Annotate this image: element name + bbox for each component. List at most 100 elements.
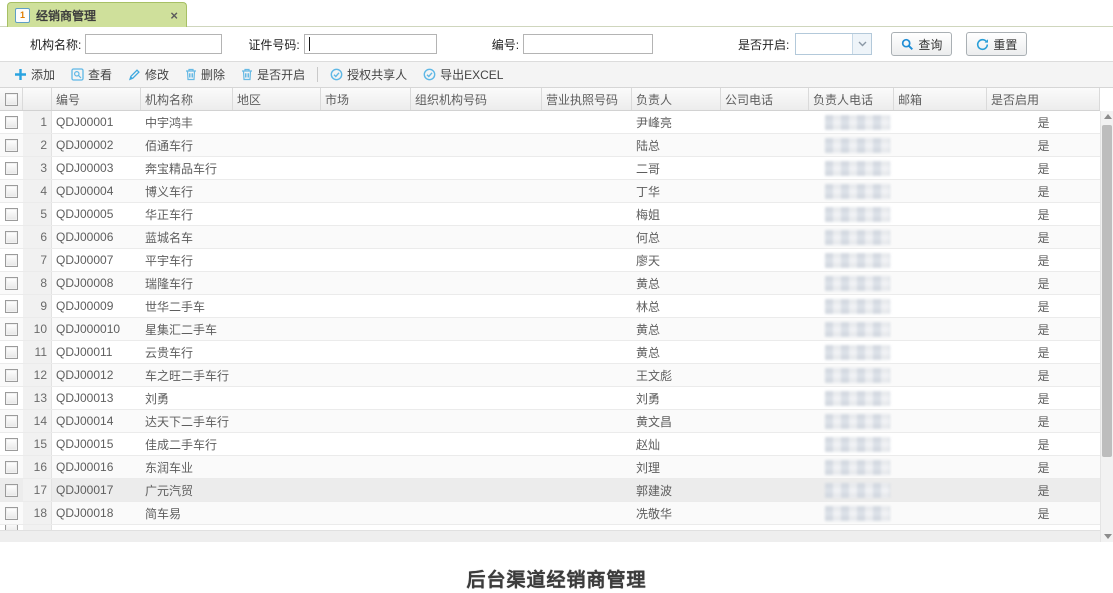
table-row[interactable]: 18QDJ00018简车易冼敬华是: [0, 502, 1100, 525]
code-input[interactable]: [523, 34, 653, 54]
reset-button[interactable]: 重置: [966, 32, 1027, 56]
cell-company_phone: [721, 272, 809, 294]
row-checkbox-cell[interactable]: [0, 272, 23, 294]
row-checkbox-cell[interactable]: [0, 180, 23, 202]
row-checkbox[interactable]: [5, 185, 18, 198]
row-checkbox-cell[interactable]: [0, 364, 23, 386]
row-checkbox-cell[interactable]: [0, 433, 23, 455]
table-row[interactable]: 6QDJ00006蓝城名车何总是: [0, 226, 1100, 249]
row-checkbox[interactable]: [5, 162, 18, 175]
row-checkbox[interactable]: [5, 415, 18, 428]
row-checkbox[interactable]: [5, 369, 18, 382]
row-checkbox[interactable]: [5, 346, 18, 359]
header-manager[interactable]: 负责人: [632, 88, 721, 110]
add-button[interactable]: 添加: [6, 66, 63, 83]
row-checkbox-cell[interactable]: [0, 318, 23, 340]
row-checkbox[interactable]: [5, 116, 18, 129]
horizontal-scrollbar[interactable]: [0, 530, 1100, 542]
header-org-code[interactable]: 组织机构号码: [411, 88, 542, 110]
export-excel-button[interactable]: 导出EXCEL: [415, 66, 511, 83]
table-row[interactable]: 9QDJ00009世华二手车林总是: [0, 295, 1100, 318]
row-checkbox-cell[interactable]: [0, 226, 23, 248]
row-checkbox[interactable]: [5, 484, 18, 497]
row-checkbox-cell[interactable]: [0, 157, 23, 179]
row-checkbox-cell[interactable]: [0, 295, 23, 317]
redacted-phone-value: [825, 368, 890, 383]
table-row[interactable]: 15QDJ00015佳成二手车行赵灿是: [0, 433, 1100, 456]
scroll-up-arrow-icon[interactable]: [1104, 114, 1112, 119]
table-row[interactable]: 10QDJ000010星集汇二手车黄总是: [0, 318, 1100, 341]
cell-manager: 刘勇: [632, 387, 721, 409]
row-checkbox-cell[interactable]: [0, 341, 23, 363]
cell-manager: 黄文昌: [632, 410, 721, 432]
scroll-down-arrow-icon[interactable]: [1104, 534, 1112, 539]
table-row[interactable]: 8QDJ00008瑞隆车行黄总是: [0, 272, 1100, 295]
table-row[interactable]: 12QDJ00012车之旺二手车行王文彪是: [0, 364, 1100, 387]
row-checkbox-cell[interactable]: [0, 249, 23, 271]
table-row[interactable]: 13QDJ00013刘勇刘勇是: [0, 387, 1100, 410]
table-row[interactable]: 7QDJ00007平宇车行廖天是: [0, 249, 1100, 272]
row-checkbox[interactable]: [5, 507, 18, 520]
header-code[interactable]: 编号: [52, 88, 141, 110]
header-market[interactable]: 市场: [321, 88, 411, 110]
row-checkbox[interactable]: [5, 461, 18, 474]
cell-manager-phone: [809, 410, 894, 432]
scrollbar-thumb[interactable]: [1102, 125, 1112, 457]
delete-button[interactable]: 删除: [177, 66, 233, 83]
header-company-phone[interactable]: 公司电话: [721, 88, 809, 110]
row-checkbox[interactable]: [5, 392, 18, 405]
row-checkbox-cell[interactable]: [0, 410, 23, 432]
select-all-checkbox-cell[interactable]: [0, 88, 23, 110]
select-all-checkbox[interactable]: [5, 93, 18, 106]
query-button[interactable]: 查询: [891, 32, 952, 56]
vertical-scrollbar[interactable]: [1100, 111, 1113, 542]
table-row[interactable]: 2QDJ00002佰通车行陆总是: [0, 134, 1100, 157]
cell-manager-phone: [809, 433, 894, 455]
row-checkbox[interactable]: [5, 139, 18, 152]
row-checkbox-cell[interactable]: [0, 111, 23, 133]
org-name-input[interactable]: [85, 34, 222, 54]
row-checkbox-cell[interactable]: [0, 134, 23, 156]
cell-region: [233, 272, 321, 294]
table-row[interactable]: 3QDJ00003奔宝精品车行二哥是: [0, 157, 1100, 180]
header-license[interactable]: 营业执照号码: [542, 88, 632, 110]
cert-number-input[interactable]: [304, 34, 437, 54]
row-checkbox-cell[interactable]: [0, 387, 23, 409]
row-checkbox[interactable]: [5, 277, 18, 290]
table-row[interactable]: 4QDJ00004博义车行丁华是: [0, 180, 1100, 203]
row-checkbox[interactable]: [5, 438, 18, 451]
row-index: 1: [23, 111, 52, 133]
enabled-filter-select[interactable]: [795, 33, 872, 55]
authorize-sharer-button[interactable]: 授权共享人: [322, 66, 415, 83]
row-checkbox[interactable]: [5, 231, 18, 244]
header-region[interactable]: 地区: [233, 88, 321, 110]
chevron-down-icon[interactable]: [852, 34, 871, 54]
table-row[interactable]: 1QDJ00001中宇鸿丰尹峰亮是: [0, 111, 1100, 134]
table-row[interactable]: 14QDJ00014达天下二手车行黄文昌是: [0, 410, 1100, 433]
table-row[interactable]: 16QDJ00016东润车业刘理是: [0, 456, 1100, 479]
row-checkbox[interactable]: [5, 208, 18, 221]
row-checkbox-cell[interactable]: [0, 456, 23, 478]
row-checkbox[interactable]: [5, 254, 18, 267]
header-org-name[interactable]: 机构名称: [141, 88, 233, 110]
header-manager-phone[interactable]: 负责人电话: [809, 88, 894, 110]
tab-dealer-management[interactable]: 1 经销商管理 ×: [7, 2, 187, 27]
header-email[interactable]: 邮箱: [894, 88, 987, 110]
row-index: 10: [23, 318, 52, 340]
row-checkbox[interactable]: [5, 300, 18, 313]
row-checkbox-cell[interactable]: [0, 203, 23, 225]
cell-enabled: 是: [987, 272, 1100, 294]
table-row[interactable]: 11QDJ00011云贵车行黄总是: [0, 341, 1100, 364]
close-icon[interactable]: ×: [170, 8, 178, 23]
cell-enabled: 是: [987, 387, 1100, 409]
edit-button[interactable]: 修改: [120, 66, 177, 83]
toggle-enabled-button[interactable]: 是否开启: [233, 66, 313, 83]
table-row[interactable]: 5QDJ00005华正车行梅姐是: [0, 203, 1100, 226]
view-button[interactable]: 查看: [63, 66, 120, 83]
header-enabled[interactable]: 是否启用: [987, 88, 1100, 110]
row-checkbox-cell[interactable]: [0, 502, 23, 524]
cell-manager-phone: [809, 203, 894, 225]
row-checkbox[interactable]: [5, 323, 18, 336]
table-row[interactable]: 17QDJ00017广元汽贸郭建波是: [0, 479, 1100, 502]
row-checkbox-cell[interactable]: [0, 479, 23, 501]
